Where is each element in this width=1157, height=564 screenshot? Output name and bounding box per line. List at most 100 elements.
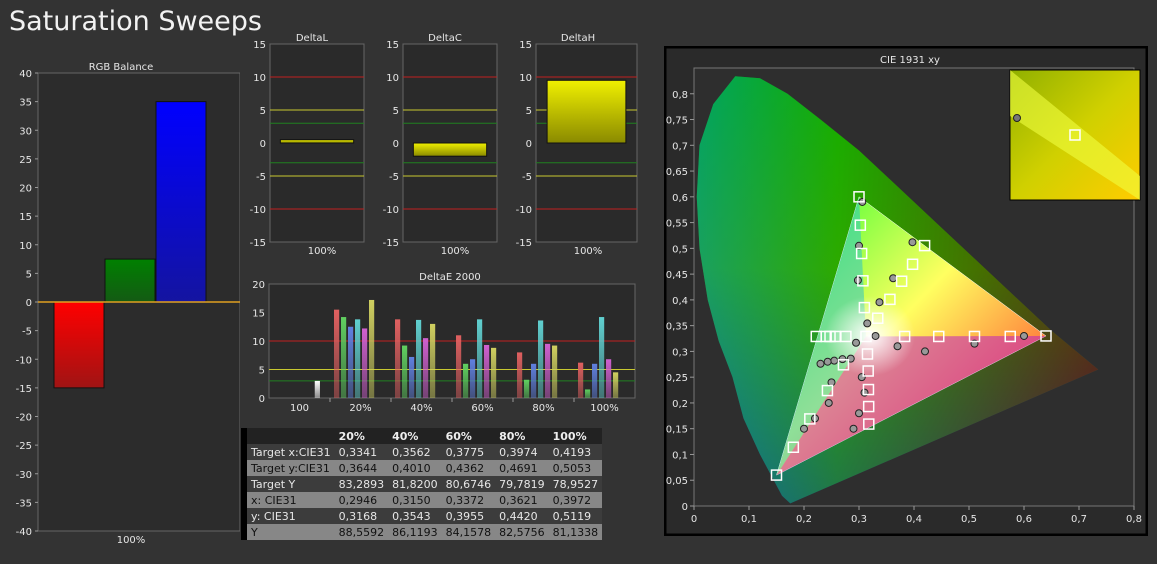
measured-point [800, 424, 808, 433]
delta-ytick-label: -10 [516, 205, 532, 216]
delta-ytick-label: 15 [519, 40, 532, 51]
deltae-bar [348, 326, 354, 398]
delta-ytick-label: -10 [250, 205, 266, 216]
deltae-xtick-label: 20% [349, 403, 371, 414]
deltae-ytick-label: 10 [252, 337, 265, 348]
delta-l-title: DeltaL [296, 33, 329, 44]
measured-point [908, 238, 917, 247]
deltae-bar [314, 380, 320, 398]
delta-bar [412, 142, 488, 157]
measured-point [852, 338, 861, 347]
cie-ytick-label: 0,2 [672, 399, 688, 410]
deltae-bar [409, 356, 415, 398]
measured-point [830, 356, 839, 365]
delta-h-chart: DeltaH 100% 15 10 5 0 -5 -10 -15 [516, 33, 638, 257]
measured-point [921, 347, 929, 356]
delta-ytick-label: 15 [386, 40, 399, 51]
table-cell: 80,6746 [441, 476, 496, 492]
cie-xtick-label: 0,3 [851, 514, 867, 525]
table-cell: 0,4420 [495, 508, 549, 524]
cie-xtick-label: 0,6 [1016, 514, 1032, 525]
rgb-ytick-label: 40 [19, 69, 32, 80]
table-cell: 0,2946 [334, 492, 389, 508]
table-cell: 0,3543 [388, 508, 442, 524]
deltae-bar [585, 389, 591, 398]
rgb-ytick-label: 30 [19, 126, 32, 137]
table-cell: 88,5592 [334, 524, 389, 540]
table-cell: 0,4691 [495, 460, 549, 476]
measured-point [871, 331, 880, 340]
deltae-bar [362, 328, 368, 398]
deltae-bar [606, 359, 612, 398]
rgb-ytick-label: 0 [26, 298, 32, 309]
delta-c-title: DeltaC [428, 33, 462, 44]
cie-ytick-label: 0,15 [666, 425, 688, 436]
row-label: Target x:CIE31 [247, 444, 335, 460]
table-cell: 0,3621 [495, 492, 549, 508]
delta-ytick-label: 5 [393, 106, 399, 117]
inset-measured-point [1013, 114, 1021, 122]
deltae-ytick-label: 0 [259, 394, 265, 405]
deltae-bar [524, 379, 530, 398]
header-cell: 20% [334, 428, 389, 444]
rgb-ytick-label: 15 [19, 212, 32, 223]
measured-point [855, 409, 863, 418]
deltae-bar [416, 319, 422, 398]
deltae-bar [531, 363, 537, 398]
table-cell: 0,3341 [334, 444, 389, 460]
delta-ytick-label: 15 [253, 40, 266, 51]
row-label: y: CIE31 [247, 508, 335, 524]
measured-point [875, 298, 884, 307]
delta-h-title: DeltaH [561, 33, 595, 44]
rgb-ytick-label: -25 [16, 441, 32, 452]
cie-ytick-label: 0,4 [672, 296, 688, 307]
table-row: Y 88,5592 86,1193 84,1578 82,5756 81,133… [241, 524, 603, 540]
table-cell: 0,4010 [388, 460, 442, 476]
cie-ytick-label: 0,8 [672, 90, 688, 101]
measured-point [827, 378, 836, 387]
rgb-ytick-label: -30 [16, 470, 32, 481]
measured-point [816, 359, 825, 368]
delta-ytick-label: -15 [250, 238, 266, 249]
table-cell: 81,8200 [388, 476, 442, 492]
deltae-bar [552, 345, 558, 398]
cie-title: CIE 1931 xy [880, 55, 940, 66]
delta-ytick-label: 10 [386, 73, 399, 84]
deltae-xtick-label: 80% [532, 403, 554, 414]
cie-xtick-label: 0 [691, 514, 697, 525]
rgb-ytick-label: 10 [19, 241, 32, 252]
delta-e-title: DeltaE 2000 [419, 272, 481, 283]
row-label: x: CIE31 [247, 492, 335, 508]
rgb-ytick-label: -35 [16, 498, 32, 509]
table-cell: 0,4362 [441, 460, 496, 476]
deltae-ytick-label: 15 [252, 309, 265, 320]
deltae-bar [334, 309, 340, 398]
table-cell: 79,7819 [495, 476, 549, 492]
cie-ytick-label: 0,05 [666, 476, 688, 487]
deltae-bar [545, 343, 551, 398]
cie-ytick-label: 0,65 [666, 167, 688, 178]
delta-ytick-label: 0 [260, 139, 266, 150]
header-cell: 40% [388, 428, 442, 444]
cie-ytick-label: 0,3 [672, 347, 688, 358]
measured-point [889, 274, 898, 283]
measured-point [823, 357, 832, 366]
delta-ytick-label: -5 [256, 172, 266, 183]
table-cell: 0,4193 [548, 444, 603, 460]
deltae-xtick-label: 40% [410, 403, 432, 414]
deltae-ytick-label: 5 [259, 366, 265, 377]
header-cell: 100% [548, 428, 603, 444]
rgb-bar [155, 101, 207, 303]
deltae-bar [578, 362, 584, 398]
delta-c-xlabel: 100% [441, 246, 470, 257]
delta-ytick-label: -15 [516, 238, 532, 249]
deltae-bar [477, 319, 483, 398]
deltae-ytick-label: 20 [252, 280, 265, 291]
measured-point [857, 373, 866, 382]
delta-ytick-label: 5 [260, 106, 266, 117]
cie-ytick-label: 0,7 [672, 141, 688, 152]
cie-ytick-label: 0,35 [666, 322, 688, 333]
cie-ytick-label: 0,6 [672, 193, 688, 204]
table-cell: 0,3644 [334, 460, 389, 476]
deltae-bar [599, 317, 605, 398]
